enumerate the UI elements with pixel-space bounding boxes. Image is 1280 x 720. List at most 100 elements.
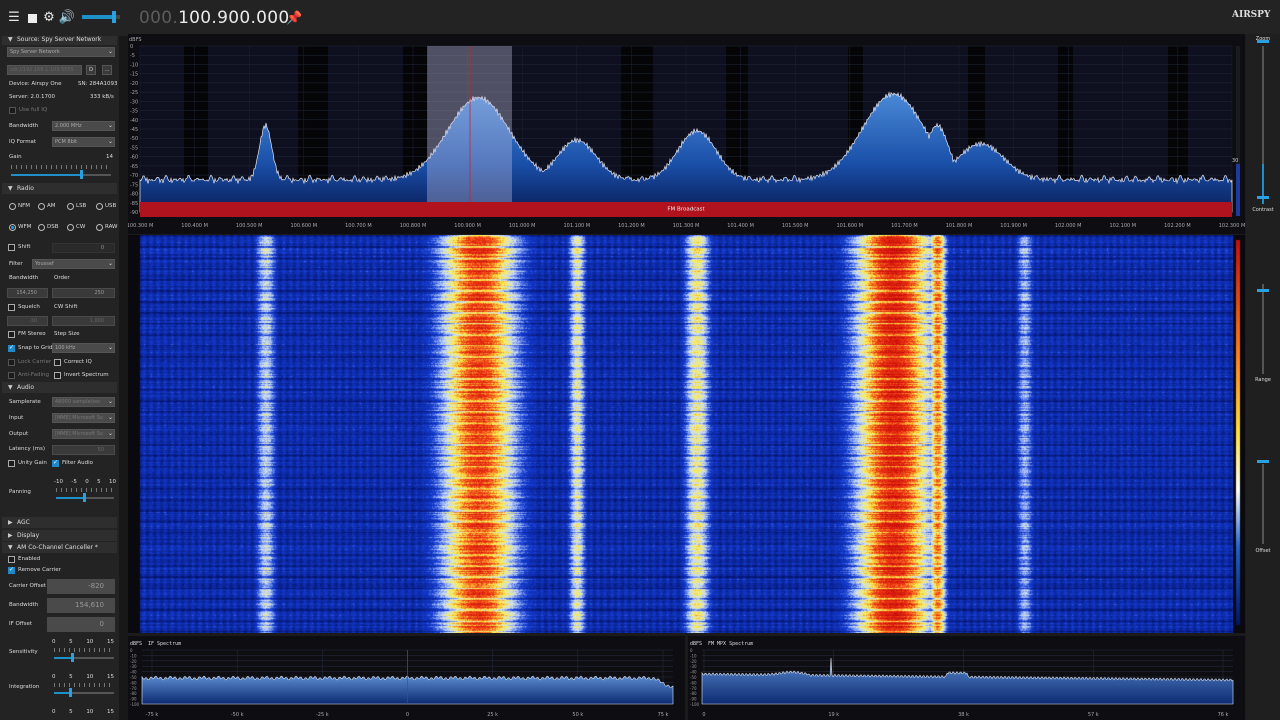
order-input[interactable]: 250 xyxy=(52,288,115,298)
shift-checkbox[interactable] xyxy=(8,244,15,251)
mode-radio-raw[interactable] xyxy=(96,224,103,231)
input-select[interactable]: [MME] Microsoft So ⌄ xyxy=(52,413,115,423)
correct-iq-checkbox[interactable] xyxy=(54,359,61,366)
samplerate-select[interactable]: 48000 sample/sec ⌄ xyxy=(52,397,115,407)
filter-audio-checkbox[interactable] xyxy=(52,459,59,467)
latency-input[interactable]: 50 xyxy=(52,445,115,455)
radio-section-header[interactable]: ▼ Radio xyxy=(2,183,117,194)
use-full-iq-checkbox[interactable] xyxy=(9,107,16,114)
cw-shift-input[interactable]: 1,000 xyxy=(52,316,115,326)
display-section-header[interactable]: ▶ Display xyxy=(2,530,117,541)
if-offset-label: IF Offset xyxy=(9,621,33,627)
amcc-bandwidth-input[interactable]: 154,610 xyxy=(47,598,115,613)
snap-to-grid-checkbox[interactable] xyxy=(8,344,15,352)
unity-gain-checkbox[interactable] xyxy=(8,460,15,467)
squelch-label: Squelch xyxy=(18,304,40,310)
mode-radio-usb[interactable] xyxy=(96,203,103,210)
anti-fading-checkbox[interactable] xyxy=(8,372,15,379)
spectrum-unit: dBFS xyxy=(129,37,142,43)
radio-bandwidth-input[interactable]: 154,250 xyxy=(7,288,48,298)
mode-radio-wfm[interactable] xyxy=(9,224,16,231)
integration-slider[interactable] xyxy=(54,688,114,697)
spectrum-display[interactable]: 0 -5 -10 -15 -20 -25 -30 -35 -40 -45 -50 -55 -60 -65 -… xyxy=(127,34,1246,234)
lock-carrier-checkbox[interactable] xyxy=(8,359,15,366)
gain-slider[interactable] xyxy=(11,170,111,179)
sensitivity-slider[interactable] xyxy=(54,653,114,662)
panel-splitter[interactable] xyxy=(119,36,128,720)
x-tick-label: 0 xyxy=(406,712,409,718)
iq-format-select[interactable]: PCM 8bit ⌄ xyxy=(52,137,115,147)
db-tick-label: -60 xyxy=(690,680,697,685)
x-tick-label: 25 k xyxy=(487,712,498,718)
integration-scale: 0 5 10 15 xyxy=(52,674,114,680)
range-slider[interactable] xyxy=(1257,289,1269,292)
stop-icon[interactable] xyxy=(25,11,39,25)
scale-tick: -5 xyxy=(71,479,77,485)
waterfall-canvas[interactable] xyxy=(128,235,1245,633)
panning-slider[interactable] xyxy=(56,493,114,502)
db-tick-label: 0 xyxy=(130,648,133,653)
frequency-digits[interactable]: 100.900.000 xyxy=(178,8,289,28)
carrier-offset-input[interactable]: -820 xyxy=(47,579,115,594)
mode-radio-lsb[interactable] xyxy=(67,203,74,210)
connect-button[interactable]: D xyxy=(86,65,96,75)
shift-input[interactable]: 0 xyxy=(52,243,115,253)
spectrum-svg[interactable]: 0 -5 -10 -15 -20 -25 -30 -35 -40 -45 -50 -55 -60 -65 -… xyxy=(127,34,1246,234)
mode-radio-am[interactable] xyxy=(38,203,45,210)
mpx-spectrum-svg[interactable]: 0-10-20-30-40-50-60-70-80-90-1000 19 k 38 … xyxy=(688,636,1245,720)
step-size-label: Step Size xyxy=(54,331,80,337)
if-spectrum-panel[interactable]: dBFS IF Spectrum 0 -10 -20 -30 -40 -50 -60 -70-… xyxy=(128,636,685,720)
source-section-header[interactable]: ▼ Source: Spy Server Network xyxy=(2,36,117,45)
volume-slider[interactable] xyxy=(82,11,120,23)
gear-icon[interactable]: ⚙ xyxy=(42,11,56,25)
correct-iq-label: Correct IQ xyxy=(64,359,92,365)
mpx-spectrum-panel[interactable]: dBFS FM MPX Spectrum 0 -10 -20 -30 -40 -50 -60… xyxy=(688,636,1245,720)
frequency-display[interactable]: 000.100.900.000 xyxy=(139,8,290,28)
mode-label: RAW xyxy=(105,224,118,230)
fm-stereo-checkbox[interactable] xyxy=(8,331,15,338)
step-size-select[interactable]: 100 kHz ⌄ xyxy=(52,343,115,353)
filter-select[interactable]: Youssef ⌄ xyxy=(32,259,115,269)
audio-section-header[interactable]: ▼ Audio xyxy=(2,382,117,393)
db-tick-label: -70 xyxy=(690,686,697,691)
speaker-icon[interactable]: 🔊 xyxy=(59,11,75,25)
contrast-slider[interactable] xyxy=(1257,196,1269,199)
pin-icon[interactable]: 📌 xyxy=(286,11,302,26)
if-offset-input[interactable]: 0 xyxy=(47,617,115,632)
level-marker: 30 xyxy=(1232,158,1238,164)
anti-fading-label: Anti-Fading xyxy=(18,372,49,378)
mode-radio-cw[interactable] xyxy=(67,224,74,231)
mode-radio-nfm[interactable] xyxy=(9,203,16,210)
zoom-slider[interactable] xyxy=(1257,40,1269,43)
gain-value: 14 xyxy=(106,154,113,160)
more-button[interactable]: ... xyxy=(102,65,112,75)
mode-label: LSB xyxy=(76,203,87,209)
squelch-input[interactable]: -30 xyxy=(7,316,48,326)
enabled-checkbox[interactable] xyxy=(8,556,15,563)
offset-slider[interactable] xyxy=(1257,460,1269,463)
server-uri-input[interactable]: sdr://192.168.1.103:5555 xyxy=(7,65,82,75)
amcc-section-header[interactable]: ▼ AM Co-Channel Canceller * xyxy=(2,542,117,553)
agc-section-header[interactable]: ▶ AGC xyxy=(2,517,117,528)
if-spectrum-svg[interactable]: 0-10-20-30-40-50-60-70-80-90-100-75 k -50… xyxy=(128,636,685,720)
menu-icon[interactable]: ☰ xyxy=(7,11,21,25)
offset-track[interactable] xyxy=(1262,464,1264,544)
bandwidth-select[interactable]: 2.000 MHz ⌄ xyxy=(52,121,115,131)
db-tick-label: -85 xyxy=(130,201,138,207)
remove-carrier-checkbox[interactable] xyxy=(8,566,15,574)
invert-spectrum-checkbox[interactable] xyxy=(54,372,61,379)
lock-carrier-label: Lock Carrier xyxy=(18,359,52,365)
squelch-checkbox[interactable] xyxy=(8,304,15,311)
frequency-leading-digits[interactable]: 000. xyxy=(139,8,178,28)
output-select[interactable]: [MME] Microsoft So ⌄ xyxy=(52,429,115,439)
server-uri-value: sdr://192.168.1.103:5555 xyxy=(10,67,74,73)
freq-tick-label: 102.100 M xyxy=(1110,223,1137,229)
freq-tick-label: 102.200 M xyxy=(1164,223,1191,229)
radio-bandwidth-label: Bandwidth xyxy=(9,275,39,281)
mode-radio-dsb[interactable] xyxy=(38,224,45,231)
waterfall-display[interactable] xyxy=(128,235,1245,633)
freq-tick-label: 100.300 M xyxy=(128,223,153,229)
source-select[interactable]: Spy Server Network ⌄ xyxy=(7,47,115,57)
db-tick-label: -30 xyxy=(130,664,137,669)
range-track[interactable] xyxy=(1262,284,1264,374)
